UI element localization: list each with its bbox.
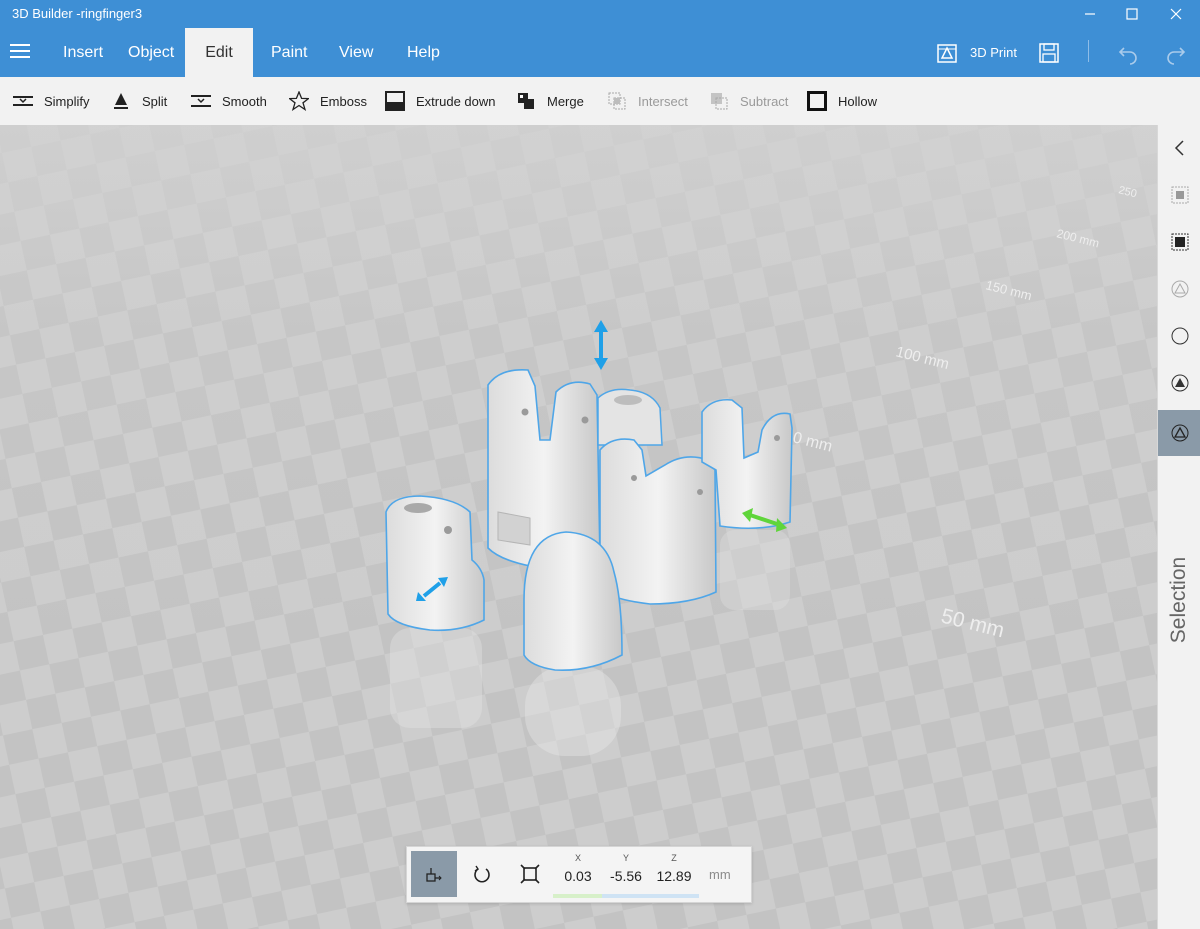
merge-button[interactable]: Merge (515, 77, 584, 125)
rotate-icon (474, 865, 490, 883)
intersect-icon (606, 90, 628, 112)
emboss-button[interactable]: Emboss (288, 77, 367, 125)
z-coordinate-label: Z (671, 853, 677, 863)
smooth-button[interactable]: Smooth (190, 77, 267, 125)
merge-label: Merge (547, 93, 584, 109)
merge-icon (515, 90, 537, 112)
undo-icon (1118, 46, 1137, 65)
redo-icon (1167, 46, 1186, 65)
edit-toolbar: Simplify Split Smooth Emboss Extrude dow… (0, 77, 1200, 126)
move-icon (426, 868, 442, 882)
window-title: 3D Builder -ringfinger3 (12, 6, 143, 21)
select-objects-icon (1171, 186, 1188, 204)
y-coordinate[interactable]: Y -5.56 (602, 851, 650, 897)
select-all-button[interactable] (1158, 219, 1200, 265)
simplify-icon (12, 90, 34, 112)
tab-edit[interactable]: Edit (185, 28, 253, 77)
model-part-left[interactable] (385, 495, 485, 632)
rotate-mode-button[interactable] (459, 851, 505, 897)
tab-paint[interactable]: Paint (271, 28, 307, 77)
axis-color-bars (553, 894, 700, 898)
x-coordinate-value: 0.03 (564, 868, 592, 884)
close-button[interactable] (1154, 0, 1198, 28)
3d-viewport[interactable]: 250 200 mm 150 mm 100 mm 0 mm 50 mm (0, 125, 1157, 929)
printer-3d-icon (937, 43, 957, 63)
unit-label: mm (709, 867, 731, 882)
hollow-button[interactable]: Hollow (806, 77, 877, 125)
save-button[interactable] (1038, 28, 1060, 77)
y-coordinate-label: Y (622, 853, 629, 863)
extrude-down-icon (384, 90, 406, 112)
title-bar: 3D Builder -ringfinger3 (0, 0, 1200, 28)
chevron-left-icon (1174, 140, 1184, 156)
right-panel: Selection (1157, 125, 1200, 929)
subtract-label: Subtract (740, 93, 789, 109)
tab-view[interactable]: View (339, 28, 373, 77)
select-circle-button[interactable] (1158, 313, 1200, 359)
transform-panel: X 0.03 Y -5.56 Z 12.89 mm (406, 846, 752, 903)
object-mode-icon (1171, 424, 1188, 442)
selection-panel-label[interactable]: Selection (1164, 545, 1194, 655)
faces-icon (1171, 374, 1188, 392)
subtract-icon (708, 90, 730, 112)
emboss-label: Emboss (320, 93, 367, 109)
extrude-down-button[interactable]: Extrude down (384, 77, 496, 125)
intersect-button[interactable]: Intersect (606, 77, 688, 125)
collapse-panel-button[interactable] (1158, 125, 1200, 171)
save-icon (1039, 42, 1059, 63)
circle-icon (1171, 327, 1188, 345)
close-icon (1170, 8, 1182, 20)
smooth-icon (190, 90, 212, 112)
select-object-mode-button[interactable] (1158, 410, 1200, 456)
simplify-label: Simplify (44, 93, 90, 109)
tab-object[interactable]: Object (128, 28, 174, 77)
scale-mode-button[interactable] (507, 851, 553, 897)
mesh-icon (1171, 280, 1188, 298)
z-coordinate-value: 12.89 (656, 868, 692, 884)
scale-icon (520, 864, 540, 884)
split-label: Split (142, 93, 168, 109)
star-icon (288, 90, 310, 112)
simplify-button[interactable]: Simplify (12, 77, 90, 125)
select-mesh-button[interactable] (1158, 266, 1200, 312)
model-part-fingertip[interactable] (523, 531, 623, 672)
tab-help[interactable]: Help (407, 28, 440, 77)
maximize-button[interactable] (1110, 0, 1154, 28)
extrude-down-label: Extrude down (416, 93, 496, 109)
move-mode-button[interactable] (411, 851, 457, 897)
tab-insert[interactable]: Insert (63, 28, 103, 77)
hollow-icon (806, 90, 828, 112)
y-coordinate-value: -5.56 (610, 868, 642, 884)
minimize-button[interactable] (1068, 0, 1112, 28)
z-coordinate[interactable]: Z 12.89 (650, 851, 698, 897)
select-objects-button[interactable] (1158, 172, 1200, 218)
undo-button[interactable] (1116, 28, 1140, 77)
smooth-label: Smooth (222, 93, 267, 109)
toolbar-divider (1088, 40, 1089, 62)
maximize-icon (1126, 8, 1138, 20)
subtract-button[interactable]: Subtract (708, 77, 788, 125)
3d-print-button[interactable]: 3D Print (935, 28, 1017, 77)
minimize-icon (1085, 13, 1095, 15)
intersect-label: Intersect (638, 93, 688, 109)
hollow-label: Hollow (838, 93, 878, 109)
menu-bar: Insert Object Edit Paint View Help 3D Pr… (0, 28, 1200, 77)
select-all-icon (1171, 233, 1188, 251)
x-coordinate[interactable]: X 0.03 (554, 851, 602, 897)
model-part-middle[interactable] (597, 388, 663, 446)
split-icon (110, 90, 132, 112)
redo-button[interactable] (1164, 28, 1188, 77)
split-button[interactable]: Split (110, 77, 167, 125)
3d-print-label: 3D Print (970, 45, 1017, 60)
hamburger-menu-icon[interactable] (10, 44, 32, 62)
x-coordinate-label: X (574, 853, 581, 863)
scene-canvas: 250 200 mm 150 mm 100 mm 0 mm 50 mm (0, 125, 1157, 929)
select-faces-button[interactable] (1158, 360, 1200, 406)
